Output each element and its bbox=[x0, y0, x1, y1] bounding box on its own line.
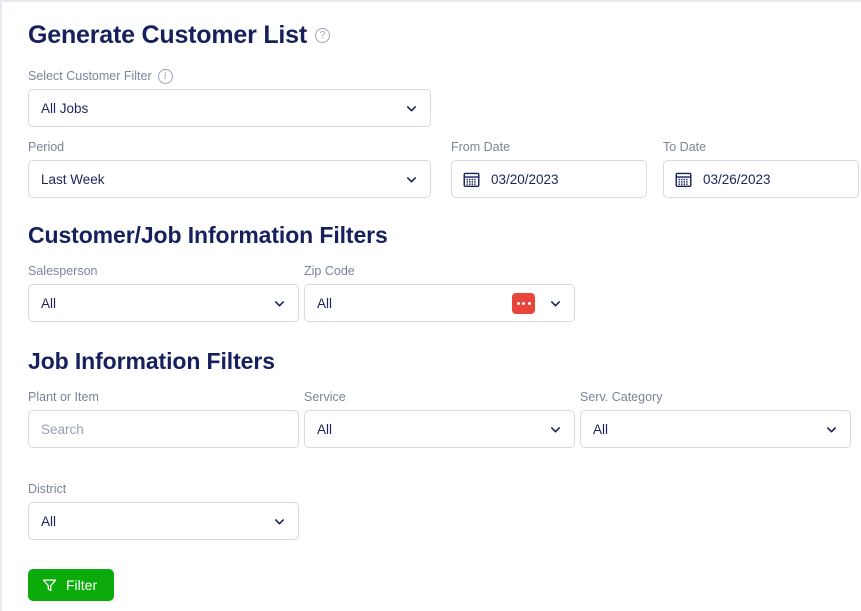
salesperson-label-text: Salesperson bbox=[28, 264, 98, 278]
salesperson-select[interactable]: All bbox=[28, 284, 299, 322]
plant-or-item-field: Plant or Item Search bbox=[28, 389, 299, 448]
from-date-label: From Date bbox=[451, 139, 647, 155]
service-label: Service bbox=[304, 389, 575, 405]
page-header: Generate Customer List ? bbox=[28, 18, 861, 52]
from-date-value: 03/20/2023 bbox=[491, 171, 559, 187]
to-date-label-text: To Date bbox=[663, 140, 707, 154]
customer-filter-value: All Jobs bbox=[41, 100, 89, 116]
from-date-label-text: From Date bbox=[451, 140, 511, 154]
salesperson-field: Salesperson All bbox=[28, 263, 299, 322]
from-date-field: From Date 03/20/2023 bbox=[451, 139, 647, 198]
zip-code-label: Zip Code bbox=[304, 263, 575, 279]
chevron-down-icon bbox=[405, 102, 418, 115]
from-date-input[interactable]: 03/20/2023 bbox=[451, 160, 647, 198]
zip-code-value: All bbox=[317, 295, 333, 311]
section-title-customer-job: Customer/Job Information Filters bbox=[28, 222, 388, 248]
service-field: Service All bbox=[304, 389, 575, 448]
info-circle-icon[interactable]: i bbox=[157, 68, 173, 84]
district-value: All bbox=[41, 513, 57, 529]
calendar-icon bbox=[463, 171, 480, 188]
question-circle-icon[interactable]: ? bbox=[315, 27, 331, 43]
to-date-input[interactable]: 03/26/2023 bbox=[663, 160, 859, 198]
calendar-icon bbox=[675, 171, 692, 188]
serv-category-field: Serv. Category All bbox=[580, 389, 851, 448]
section-title-job-info: Job Information Filters bbox=[28, 348, 275, 374]
plant-or-item-label-text: Plant or Item bbox=[28, 390, 99, 404]
ellipsis-icon[interactable] bbox=[512, 292, 535, 314]
district-field: District All bbox=[28, 481, 299, 540]
district-label: District bbox=[28, 481, 299, 497]
funnel-icon bbox=[42, 578, 57, 593]
customer-filter-select[interactable]: All Jobs bbox=[28, 89, 431, 127]
chevron-down-icon bbox=[549, 297, 562, 310]
customer-filter-label: Select Customer Filter i bbox=[28, 68, 861, 84]
chevron-down-icon bbox=[549, 423, 562, 436]
to-date-field: To Date 03/26/2023 bbox=[663, 139, 859, 198]
to-date-label: To Date bbox=[663, 139, 859, 155]
filter-button-label: Filter bbox=[66, 577, 98, 593]
service-label-text: Service bbox=[304, 390, 346, 404]
chevron-down-icon bbox=[825, 423, 838, 436]
report-filter-page: Generate Customer List ? Select Customer… bbox=[0, 0, 861, 611]
plant-or-item-placeholder: Search bbox=[41, 421, 84, 437]
plant-or-item-search-input[interactable]: Search bbox=[28, 410, 299, 448]
period-value: Last Week bbox=[41, 171, 105, 187]
chevron-down-icon bbox=[273, 297, 286, 310]
serv-category-value: All bbox=[593, 421, 609, 437]
service-value: All bbox=[317, 421, 333, 437]
salesperson-label: Salesperson bbox=[28, 263, 299, 279]
salesperson-value: All bbox=[41, 295, 57, 311]
chevron-down-icon bbox=[405, 173, 418, 186]
serv-category-label-text: Serv. Category bbox=[580, 390, 663, 404]
period-label-text: Period bbox=[28, 140, 65, 154]
serv-category-label: Serv. Category bbox=[580, 389, 851, 405]
to-date-value: 03/26/2023 bbox=[703, 171, 771, 187]
district-label-text: District bbox=[28, 482, 67, 496]
service-select[interactable]: All bbox=[304, 410, 575, 448]
zip-code-field: Zip Code All bbox=[304, 263, 575, 322]
customer-filter-label-text: Select Customer Filter bbox=[28, 69, 152, 83]
zip-code-label-text: Zip Code bbox=[304, 264, 355, 278]
page-title: Generate Customer List bbox=[28, 21, 308, 49]
zip-code-select[interactable]: All bbox=[304, 284, 575, 322]
period-label: Period bbox=[28, 139, 431, 155]
serv-category-select[interactable]: All bbox=[580, 410, 851, 448]
filter-button[interactable]: Filter bbox=[28, 569, 115, 601]
plant-or-item-label: Plant or Item bbox=[28, 389, 299, 405]
period-select[interactable]: Last Week bbox=[28, 160, 431, 198]
period-field: Period Last Week bbox=[28, 139, 431, 198]
district-select[interactable]: All bbox=[28, 502, 299, 540]
chevron-down-icon bbox=[273, 515, 286, 528]
